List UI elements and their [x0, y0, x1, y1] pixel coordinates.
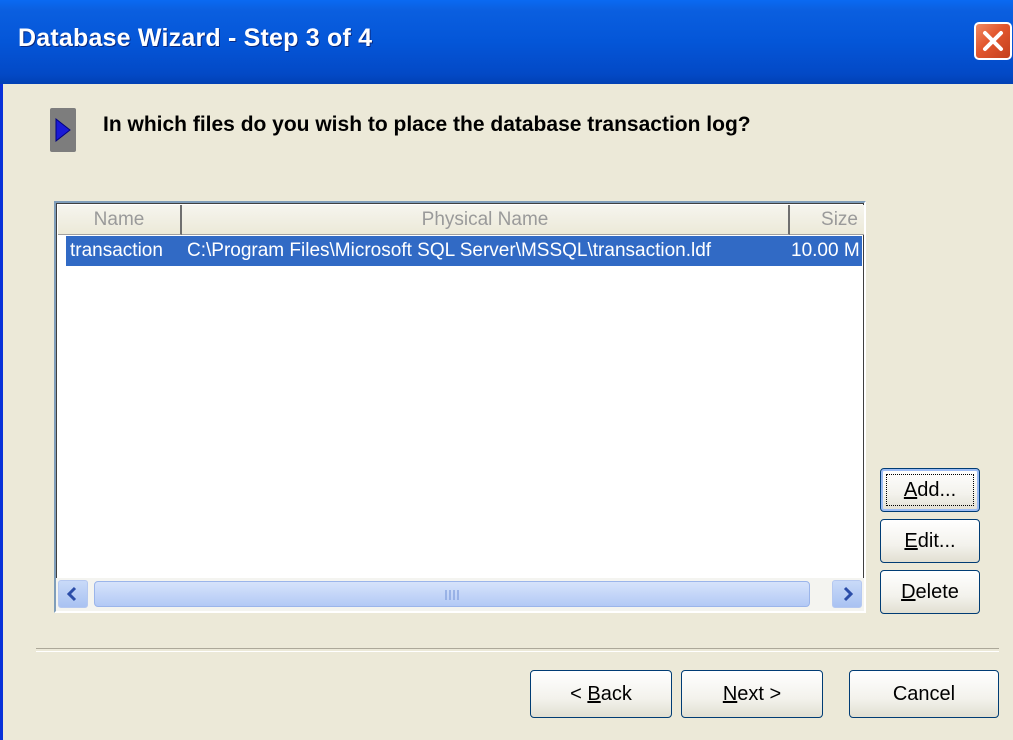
next-mnemonic: N	[722, 683, 738, 705]
cancel-button[interactable]: Cancel	[849, 670, 999, 718]
scroll-grip-icon	[445, 590, 459, 600]
edit-button[interactable]: Edit...	[880, 519, 980, 563]
scroll-left-button[interactable]	[58, 580, 88, 608]
next-label-rest: ext >	[737, 683, 782, 705]
back-prefix: <	[570, 683, 588, 705]
edit-mnemonic: E	[904, 530, 918, 552]
scroll-right-button[interactable]	[832, 580, 862, 608]
column-header-size[interactable]: Size	[790, 205, 864, 235]
list-header: Name Physical Name Size	[58, 205, 864, 235]
close-x-icon	[983, 31, 1003, 51]
add-button[interactable]: Add...	[880, 468, 980, 512]
cell-size: 10.00 M	[791, 240, 860, 261]
back-label-rest: ack	[600, 683, 632, 705]
title-bar[interactable]: Database Wizard - Step 3 of 4	[0, 0, 1013, 84]
cell-name: transaction	[70, 240, 163, 261]
step-question: In which files do you wish to place the …	[103, 113, 751, 136]
next-label: Next >	[723, 683, 781, 705]
back-mnemonic: B	[587, 683, 601, 705]
delete-button[interactable]: Delete	[880, 570, 980, 614]
scroll-thumb[interactable]	[94, 581, 810, 607]
separator-line	[36, 648, 999, 652]
edit-label-rest: dit...	[917, 530, 956, 552]
back-button[interactable]: < Back	[530, 670, 672, 718]
close-button[interactable]	[974, 22, 1012, 60]
window-title: Database Wizard - Step 3 of 4	[18, 24, 373, 52]
arrow-left-icon	[66, 586, 77, 602]
cell-physical-name: C:\Program Files\Microsoft SQL Server\MS…	[187, 240, 712, 261]
horizontal-scrollbar[interactable]	[56, 578, 864, 611]
delete-label: Delete	[901, 581, 959, 603]
arrow-right-icon	[843, 586, 854, 602]
column-header-name[interactable]: Name	[58, 205, 182, 235]
next-button[interactable]: Next >	[681, 670, 823, 718]
edit-label: Edit...	[904, 530, 955, 552]
focus-indicator	[886, 474, 974, 506]
column-header-physical-name[interactable]: Physical Name	[182, 205, 790, 235]
delete-mnemonic: D	[901, 581, 916, 603]
blue-arrow-icon	[50, 108, 76, 152]
delete-label-rest: elete	[915, 581, 959, 603]
back-label: < Back	[570, 683, 632, 705]
window-frame	[0, 84, 3, 740]
